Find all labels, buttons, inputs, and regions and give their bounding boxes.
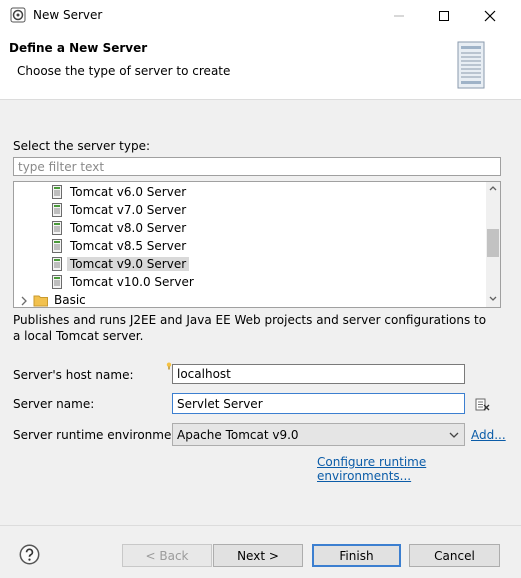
tomcat-server-icon [52,239,62,253]
tree-item-label: Tomcat v7.0 Server [70,203,187,217]
tree-item[interactable]: Tomcat v8.0 Server [14,219,484,237]
tree-item[interactable]: Tomcat v9.0 Server [14,255,484,273]
scroll-up-icon[interactable] [486,182,500,196]
host-name-label: Server's host name: [13,368,134,382]
configure-runtimes-link[interactable]: Configure runtime environments... [317,455,521,483]
runtime-label: Server runtime environment: [13,428,188,442]
tomcat-server-icon [52,185,62,199]
help-icon[interactable] [19,544,40,565]
tree-scrollbar[interactable] [486,182,500,307]
maximize-icon [439,10,449,21]
runtime-select[interactable]: Apache Tomcat v9.0 [172,423,465,446]
close-icon [484,10,496,21]
scroll-down-icon[interactable] [486,291,500,305]
tomcat-server-icon [52,257,62,271]
chevron-right-icon[interactable] [20,296,28,306]
back-button[interactable]: < Back [122,544,212,567]
tree-item-label: Tomcat v8.0 Server [70,221,187,235]
server-name-input[interactable] [172,393,465,414]
tree-item-label: Tomcat v10.0 Server [70,275,194,289]
server-tower-icon [457,41,485,89]
server-type-tree[interactable]: Tomcat v6.0 Server Tomcat v7.0 Server Tomc… [13,181,501,308]
tree-folder-basic[interactable]: Basic [14,291,484,307]
add-runtime-link[interactable]: Add... [471,428,506,442]
tree-item-label: Tomcat v6.0 Server [70,185,187,199]
cancel-button[interactable]: Cancel [409,544,500,567]
scroll-thumb[interactable] [487,229,499,257]
tree-item-label: Tomcat v8.5 Server [70,239,187,253]
tree-item[interactable]: Tomcat v6.0 Server [14,183,484,201]
tomcat-server-icon [52,221,62,235]
close-button[interactable] [467,0,513,31]
tree-item[interactable]: Tomcat v10.0 Server [14,273,484,291]
window-title: New Server [33,8,103,22]
host-name-input[interactable] [172,364,465,384]
tree-item-label: Tomcat v9.0 Server [67,257,190,271]
server-name-label: Server name: [13,397,95,411]
title-bar[interactable]: New Server [0,0,521,31]
wizard-title: Define a New Server [9,41,148,55]
wizard-banner: Define a New Server Choose the type of s… [0,31,521,100]
minimize-button[interactable] [376,0,422,31]
tomcat-server-icon [52,203,62,217]
wizard-description: Choose the type of server to create [17,64,231,78]
tree-folder-label: Basic [54,293,86,307]
edit-server-name-icon[interactable] [474,396,490,412]
next-button[interactable]: Next > [213,544,303,567]
folder-icon [33,295,48,307]
maximize-button[interactable] [421,0,467,31]
chevron-down-icon [449,432,459,438]
runtime-select-value: Apache Tomcat v9.0 [177,428,299,442]
tomcat-server-icon [52,275,62,289]
tree-item[interactable]: Tomcat v7.0 Server [14,201,484,219]
server-type-label: Select the server type: [13,139,150,153]
footer-separator [0,525,521,526]
minimize-icon [394,15,404,16]
finish-button[interactable]: Finish [312,544,401,567]
server-type-description: Publishes and runs J2EE and Java EE Web … [13,313,487,343]
tree-item[interactable]: Tomcat v8.5 Server [14,237,484,255]
filter-input[interactable] [13,157,501,176]
eclipse-app-icon [10,7,26,23]
